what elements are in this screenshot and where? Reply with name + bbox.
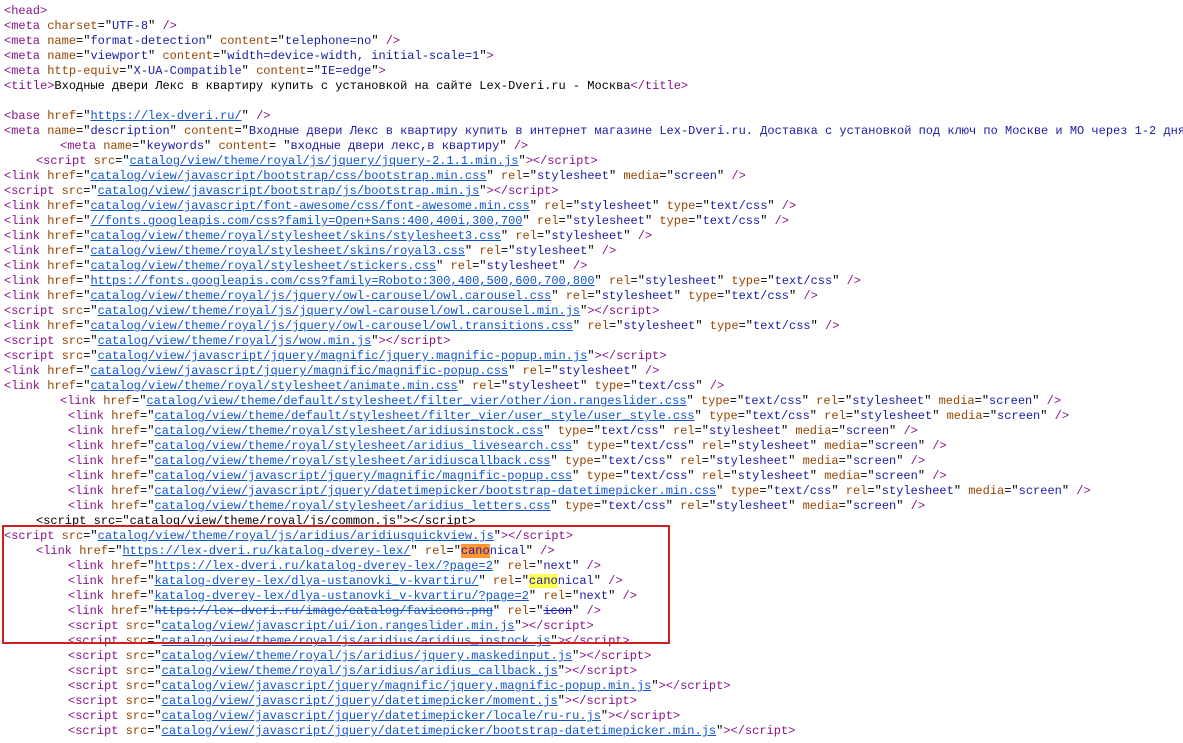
html-source-view: <head><meta charset="UTF-8" /><meta name…	[4, 4, 1179, 739]
